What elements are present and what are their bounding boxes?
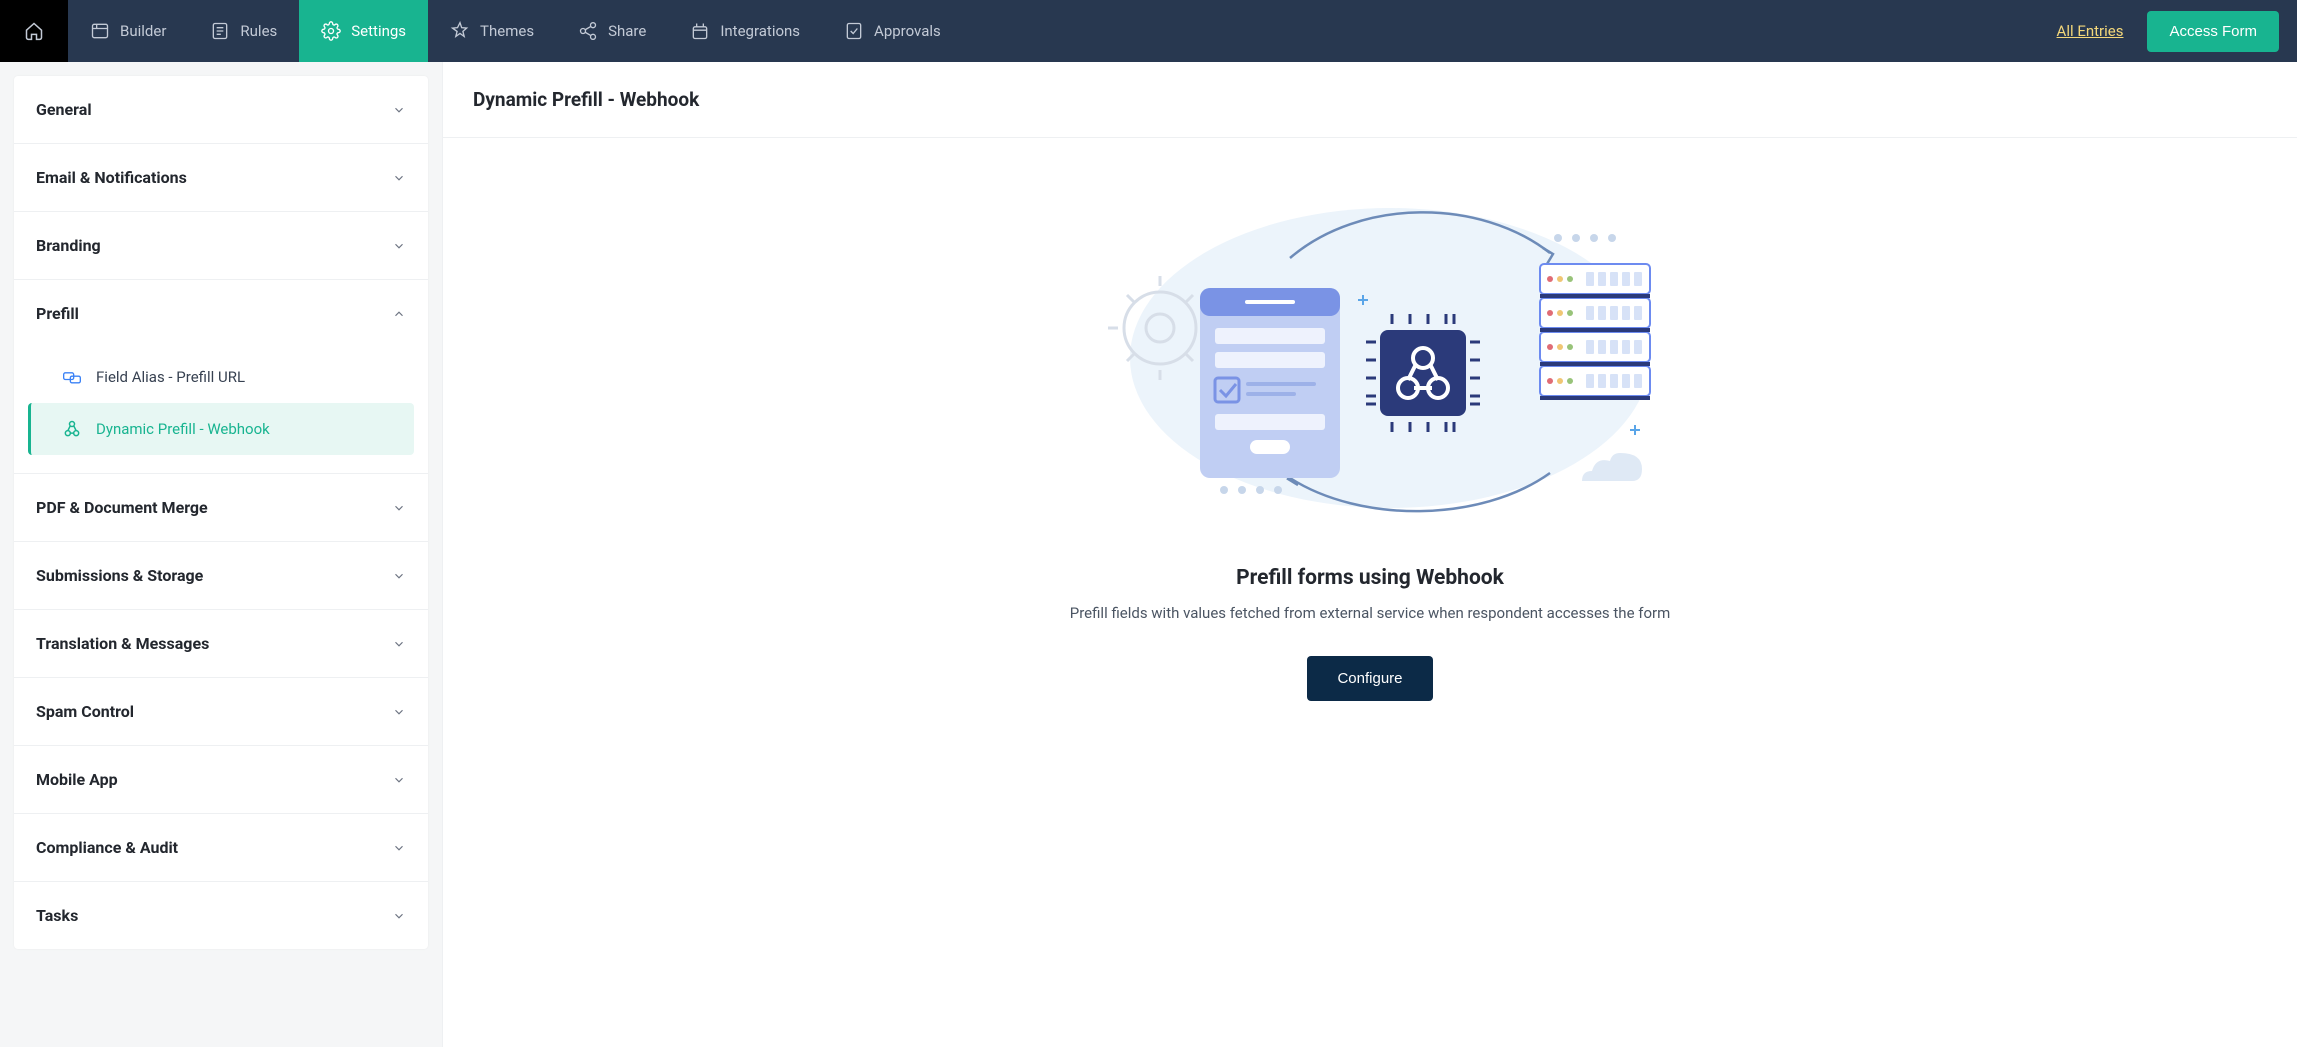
nav-integrations[interactable]: Integrations <box>668 0 822 62</box>
all-entries-link[interactable]: All Entries <box>2057 22 2124 40</box>
sidebar-section-compliance[interactable]: Compliance & Audit <box>14 814 428 882</box>
rules-icon <box>210 21 230 41</box>
nav-rules[interactable]: Rules <box>188 0 299 62</box>
sidebar-section-translation[interactable]: Translation & Messages <box>14 610 428 678</box>
integrations-icon <box>690 21 710 41</box>
sidebar-title: Prefill <box>36 304 79 323</box>
chevron-down-icon <box>392 773 406 787</box>
subitem-label: Dynamic Prefill - Webhook <box>96 420 270 438</box>
sidebar: General Email & Notifications Branding <box>0 62 442 963</box>
subitem-dynamic-prefill[interactable]: Dynamic Prefill - Webhook <box>28 403 414 455</box>
nav-builder[interactable]: Builder <box>68 0 188 62</box>
prefill-illustration <box>1080 178 1660 538</box>
webhook-icon <box>62 419 82 439</box>
hero-subtitle: Prefill fields with values fetched from … <box>1070 604 1671 622</box>
builder-icon <box>90 21 110 41</box>
chevron-down-icon <box>392 569 406 583</box>
nav-label: Builder <box>120 22 166 40</box>
approvals-icon <box>844 21 864 41</box>
sidebar-title: Email & Notifications <box>36 168 187 187</box>
chevron-down-icon <box>392 637 406 651</box>
sidebar-section-spam[interactable]: Spam Control <box>14 678 428 746</box>
sidebar-title: Tasks <box>36 906 78 925</box>
sidebar-title: Translation & Messages <box>36 634 209 653</box>
sidebar-section-mobile[interactable]: Mobile App <box>14 746 428 814</box>
sidebar-title: Compliance & Audit <box>36 838 178 857</box>
subitem-label: Field Alias - Prefill URL <box>96 368 245 386</box>
top-nav-right: All Entries Access Form <box>2039 0 2297 62</box>
home-button[interactable] <box>0 0 68 62</box>
sidebar-section-tasks[interactable]: Tasks <box>14 882 428 949</box>
sidebar-title: Spam Control <box>36 702 134 721</box>
configure-button[interactable]: Configure <box>1307 656 1432 701</box>
chevron-down-icon <box>392 909 406 923</box>
sidebar-title: Branding <box>36 236 101 255</box>
nav-label: Settings <box>351 22 406 40</box>
share-icon <box>578 21 598 41</box>
sidebar-section-pdf[interactable]: PDF & Document Merge <box>14 474 428 542</box>
page-header: Dynamic Prefill - Webhook <box>443 62 2297 138</box>
nav-themes[interactable]: Themes <box>428 0 556 62</box>
page-title: Dynamic Prefill - Webhook <box>473 88 2267 111</box>
sidebar-section-branding[interactable]: Branding <box>14 212 428 280</box>
nav-settings[interactable]: Settings <box>299 0 428 62</box>
chevron-down-icon <box>392 841 406 855</box>
nav-label: Rules <box>240 22 277 40</box>
chevron-down-icon <box>392 705 406 719</box>
hero-title: Prefill forms using Webhook <box>1236 566 1504 590</box>
sidebar-title: Mobile App <box>36 770 118 789</box>
access-form-button[interactable]: Access Form <box>2147 11 2279 52</box>
nav-items: Builder Rules Settings Themes Share Inte… <box>68 0 963 62</box>
chevron-down-icon <box>392 239 406 253</box>
sidebar-title: Submissions & Storage <box>36 566 203 585</box>
sidebar-section-email[interactable]: Email & Notifications <box>14 144 428 212</box>
sidebar-section-general[interactable]: General <box>14 76 428 144</box>
home-icon <box>24 21 44 41</box>
nav-label: Approvals <box>874 22 941 40</box>
settings-icon <box>321 21 341 41</box>
sidebar-section-prefill[interactable]: Prefill Field Alias - Prefill URL Dynami… <box>14 280 428 474</box>
sidebar-title: PDF & Document Merge <box>36 498 208 517</box>
sidebar-title: General <box>36 100 92 119</box>
main-content: Dynamic Prefill - Webhook <box>442 62 2297 1047</box>
chevron-down-icon <box>392 501 406 515</box>
sidebar-section-submissions[interactable]: Submissions & Storage <box>14 542 428 610</box>
nav-approvals[interactable]: Approvals <box>822 0 963 62</box>
chevron-up-icon <box>392 307 406 321</box>
nav-share[interactable]: Share <box>556 0 668 62</box>
chevron-down-icon <box>392 103 406 117</box>
subitem-field-alias[interactable]: Field Alias - Prefill URL <box>28 351 414 403</box>
nav-label: Themes <box>480 22 534 40</box>
nav-label: Integrations <box>720 22 800 40</box>
link-icon <box>62 367 82 387</box>
chevron-down-icon <box>392 171 406 185</box>
themes-icon <box>450 21 470 41</box>
nav-label: Share <box>608 22 646 40</box>
top-nav: Builder Rules Settings Themes Share Inte… <box>0 0 2297 62</box>
